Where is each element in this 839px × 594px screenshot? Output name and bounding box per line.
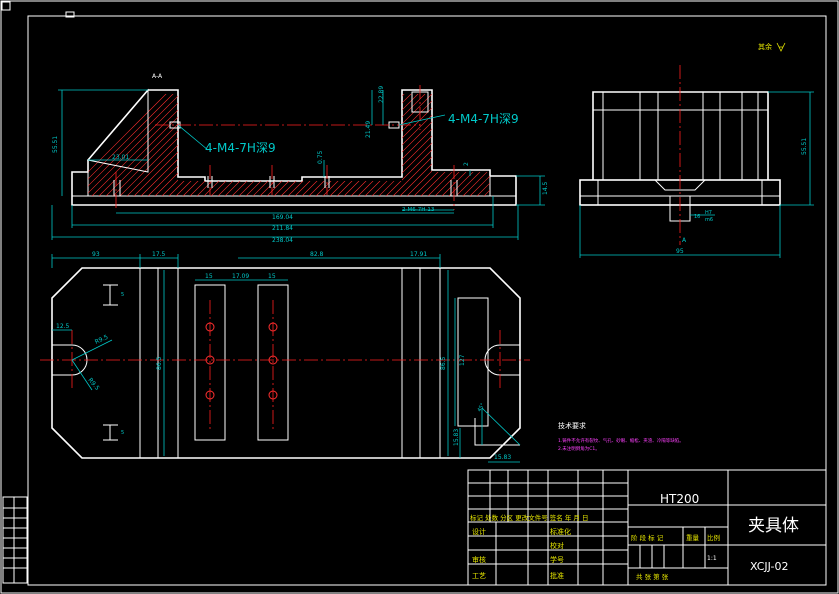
- dim-plan-17-5: 17.5: [152, 251, 166, 258]
- hatch-line: [501, 90, 611, 200]
- dim-plan-93: 93: [92, 251, 100, 258]
- dim-23-01: 23.01: [112, 154, 129, 161]
- dim-side-95: 95: [676, 248, 684, 255]
- dim-plan-15-a: 15: [205, 273, 213, 280]
- dim-plan-17-09: 17.09: [232, 273, 249, 280]
- hatch-line: [522, 90, 632, 200]
- hatch-line: [444, 94, 490, 196]
- dim-lines-side: [579, 91, 814, 258]
- plan-holes: [205, 322, 278, 400]
- dim-21-49: 21.49: [365, 121, 372, 138]
- tb-design: 设计: [472, 527, 486, 536]
- roughness-note: 其余: [758, 42, 772, 51]
- hatch-line: [494, 90, 604, 200]
- fit-tol-c: m6: [705, 217, 713, 223]
- frame-corner-mark: [1, 1, 11, 11]
- tb-standard: 标准化: [550, 527, 571, 536]
- hatch-line: [437, 94, 490, 196]
- dim-plan-86-5b: 86.5: [440, 356, 447, 370]
- tb-process: 工艺: [472, 572, 486, 580]
- binding-strip: [2, 496, 28, 584]
- tb-mid2: 学号: [550, 555, 564, 564]
- dim-211-84: 211.84: [272, 225, 293, 232]
- callout-left: 4-M4-7H深9: [205, 141, 276, 155]
- dim-plan-15-83b: 15.83: [453, 429, 460, 446]
- fit-tol-b: H7: [705, 210, 712, 216]
- section-view-outline: [71, 89, 517, 206]
- dim-plan-127: 127: [459, 354, 466, 366]
- tech-req-line1: 1.铸件不允许有裂纹、气孔、砂眼、缩松、夹渣、冷隔等缺陷。: [558, 437, 684, 444]
- roughness-symbol-icon: [776, 42, 786, 52]
- dim-plan-82-8: 82.8: [310, 251, 324, 258]
- dim-plan-15-83: 15.83: [494, 454, 511, 461]
- tb-mid1: 校对: [550, 541, 564, 550]
- dim-plan-86-5: 86.5: [156, 356, 163, 370]
- hatch-line: [416, 94, 490, 196]
- dim-plan-17-91: 17.91: [410, 251, 427, 258]
- dim-0-75: 0.75: [317, 150, 324, 164]
- hatch-line: [423, 94, 490, 196]
- tb-approve: 批准: [550, 571, 564, 580]
- hatch-line: [508, 90, 618, 200]
- hatch-line: [536, 90, 646, 200]
- tb-drawing-no: XCJJ-02: [750, 560, 788, 573]
- tb-sheet: 共 张 第 张: [636, 572, 669, 581]
- dim-169-04: 169.04: [272, 214, 293, 221]
- hatch-line: [430, 94, 490, 196]
- tb-rev-header: 标记 处数 分区 更改文件号 签名 年 月 日: [470, 513, 588, 522]
- dim-side-55-51: 55.51: [801, 138, 808, 155]
- hatch-line: [479, 94, 490, 196]
- dim-plan-5: 5: [121, 292, 124, 298]
- hatch-line: [472, 94, 490, 196]
- hatch-line: [515, 90, 625, 200]
- dim-22-89: 22.89: [378, 86, 385, 103]
- callout-bottom: 2-M6-7H-13: [402, 207, 435, 213]
- dim-plan-r9-5: R9.5: [94, 334, 110, 346]
- dim-14-5: 14.5: [542, 181, 549, 195]
- dim-plan-5b: 5: [121, 430, 124, 436]
- tb-scale: 1:1: [707, 555, 717, 562]
- hole-marker-1: [113, 180, 121, 196]
- tech-req-title: 技术要求: [558, 421, 586, 430]
- tech-req-line2: 2.未注明倒角为C1。: [558, 445, 600, 452]
- hatch-line: [458, 94, 490, 196]
- dim-55-51: 55.51: [52, 136, 59, 153]
- cad-drawing: A-A 55.51 23.01 21.49 22.89 0.75 2 14.5 …: [0, 0, 839, 594]
- hatch-line: [465, 94, 490, 196]
- tb-part-name: 夹具体: [748, 516, 799, 536]
- section-label: A-A: [152, 73, 163, 80]
- callout-right: 4-M4-7H深9: [448, 112, 519, 126]
- tb-check: 审核: [472, 555, 486, 564]
- dim-238-04: 238.04: [272, 237, 293, 244]
- tb-ratio: 比例: [707, 533, 720, 542]
- fit-tol-a: 16: [694, 214, 700, 220]
- dim-2: 2: [463, 162, 470, 166]
- dim-plan-12-5: 12.5: [56, 323, 70, 330]
- tb-weight: 重量: [686, 534, 700, 542]
- dim-plan-15-b: 15: [268, 273, 276, 280]
- section-mark-a: A: [682, 237, 687, 244]
- tb-material: HT200: [660, 492, 699, 506]
- tb-stage: 阶 段 标 记: [631, 533, 664, 542]
